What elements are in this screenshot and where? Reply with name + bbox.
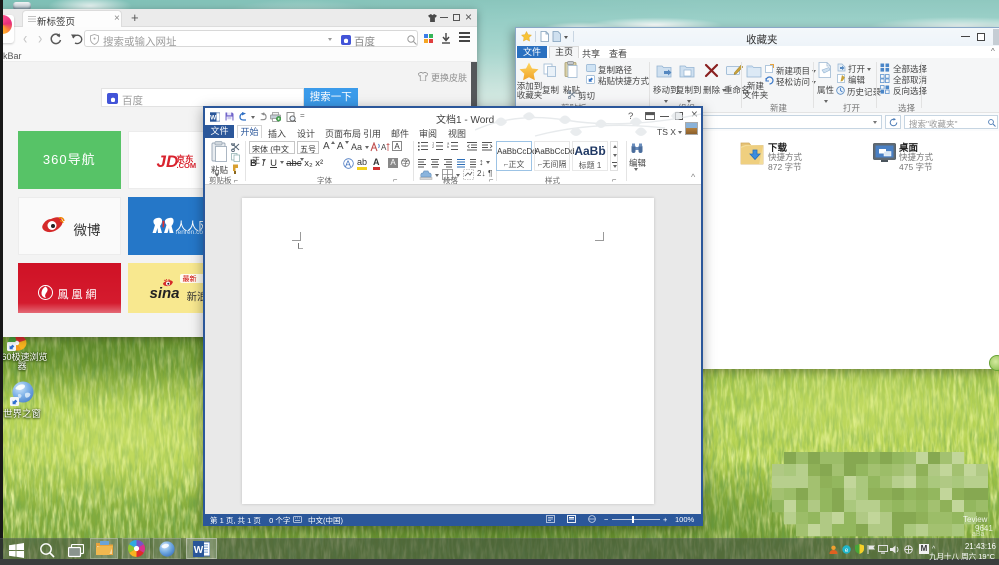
svg-text:A: A <box>381 143 387 152</box>
svg-text:W: W <box>210 114 217 121</box>
svg-text:W: W <box>194 545 204 556</box>
svg-text:b: b <box>447 144 450 149</box>
svg-text:2: 2 <box>432 144 435 149</box>
